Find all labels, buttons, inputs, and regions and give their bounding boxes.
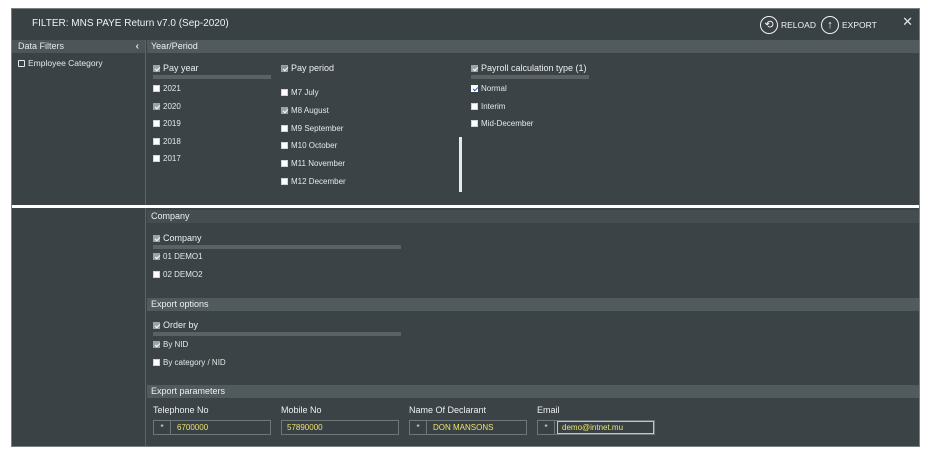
- title-bar: FILTER: MNS PAYE Return v7.0 (Sep-2020) …: [12, 9, 919, 39]
- data-filters-panel: Data Filters ‹ Employee Category: [12, 40, 146, 205]
- calc-type-bar: [471, 75, 589, 79]
- telephone-label: Telephone No: [153, 405, 209, 415]
- company-option[interactable]: 01 DEMO1: [153, 252, 203, 261]
- year-period-panel: Year/Period Pay year 2021 2020 2019 2018…: [147, 40, 919, 205]
- order-by-bar: [153, 332, 401, 336]
- order-by-group-checkbox[interactable]: [153, 322, 160, 329]
- calc-type-group-checkbox[interactable]: [471, 65, 478, 72]
- pay-period-group[interactable]: Pay period: [281, 63, 334, 73]
- email-label: Email: [537, 405, 560, 415]
- dialog-title: FILTER: MNS PAYE Return v7.0 (Sep-2020): [32, 18, 229, 29]
- pay-period-option[interactable]: M8 August: [281, 106, 329, 115]
- declarant-label: Name Of Declarant: [409, 405, 487, 415]
- company-group-checkbox[interactable]: [153, 235, 160, 242]
- pay-period-group-checkbox[interactable]: [281, 65, 288, 72]
- year-period-header: Year/Period: [147, 40, 919, 53]
- pay-year-bar: [153, 75, 271, 79]
- telephone-input[interactable]: * 6700000: [153, 420, 271, 435]
- pay-year-option[interactable]: 2019: [153, 119, 181, 128]
- pay-period-option[interactable]: M10 October: [281, 141, 337, 150]
- mobile-label: Mobile No: [281, 405, 322, 415]
- calc-type-group[interactable]: Payroll calculation type (1): [471, 63, 587, 73]
- export-button[interactable]: ↑ EXPORT: [821, 15, 877, 35]
- company-bar: [153, 245, 401, 249]
- upload-icon: ↑: [821, 16, 839, 34]
- order-by-option[interactable]: By NID: [153, 340, 188, 349]
- company-group[interactable]: Company: [153, 233, 202, 243]
- export-options-header: Export options: [147, 298, 919, 311]
- calc-type-option[interactable]: Normal: [471, 84, 507, 93]
- collapse-chevron-icon[interactable]: ‹: [136, 40, 139, 53]
- order-by-group[interactable]: Order by: [153, 320, 198, 330]
- reload-icon: ⟲: [760, 16, 778, 34]
- pay-year-option[interactable]: 2021: [153, 84, 181, 93]
- pay-period-option[interactable]: M9 September: [281, 124, 343, 133]
- pay-year-group-checkbox[interactable]: [153, 65, 160, 72]
- pay-period-option[interactable]: M12 December: [281, 177, 346, 186]
- pay-year-group[interactable]: Pay year: [153, 63, 199, 73]
- order-by-option[interactable]: By category / NID: [153, 358, 226, 367]
- declarant-input[interactable]: * DON MANSONS: [409, 420, 527, 435]
- calc-type-option[interactable]: Interim: [471, 102, 505, 111]
- calc-type-option[interactable]: Mid-December: [471, 119, 533, 128]
- options-panel: Company Company 01 DEMO1 02 DEMO2 Export…: [147, 208, 919, 446]
- checkbox-icon: [18, 60, 25, 67]
- pay-year-option[interactable]: 2020: [153, 102, 181, 111]
- pay-period-option[interactable]: M7 July: [281, 88, 319, 97]
- filter-dialog: FILTER: MNS PAYE Return v7.0 (Sep-2020) …: [11, 8, 920, 447]
- pay-period-option[interactable]: M11 November: [281, 159, 345, 168]
- close-icon[interactable]: ✕: [902, 14, 913, 30]
- pay-period-scrollbar[interactable]: [459, 137, 462, 192]
- export-parameters-header: Export parameters: [147, 385, 919, 398]
- filter-item-employee-category[interactable]: Employee Category: [18, 58, 103, 68]
- email-input-wrapper: * demo@intnet.mu: [537, 420, 655, 435]
- mobile-input[interactable]: 57890000: [281, 420, 399, 435]
- pay-year-option[interactable]: 2018: [153, 137, 181, 146]
- pay-year-option[interactable]: 2017: [153, 154, 181, 163]
- company-header: Company: [147, 210, 919, 223]
- reload-button[interactable]: ⟲ RELOAD: [760, 15, 816, 35]
- company-option[interactable]: 02 DEMO2: [153, 270, 203, 279]
- lower-left-panel: [12, 208, 146, 446]
- data-filters-header: Data Filters ‹: [12, 40, 145, 53]
- email-input[interactable]: demo@intnet.mu: [557, 421, 654, 434]
